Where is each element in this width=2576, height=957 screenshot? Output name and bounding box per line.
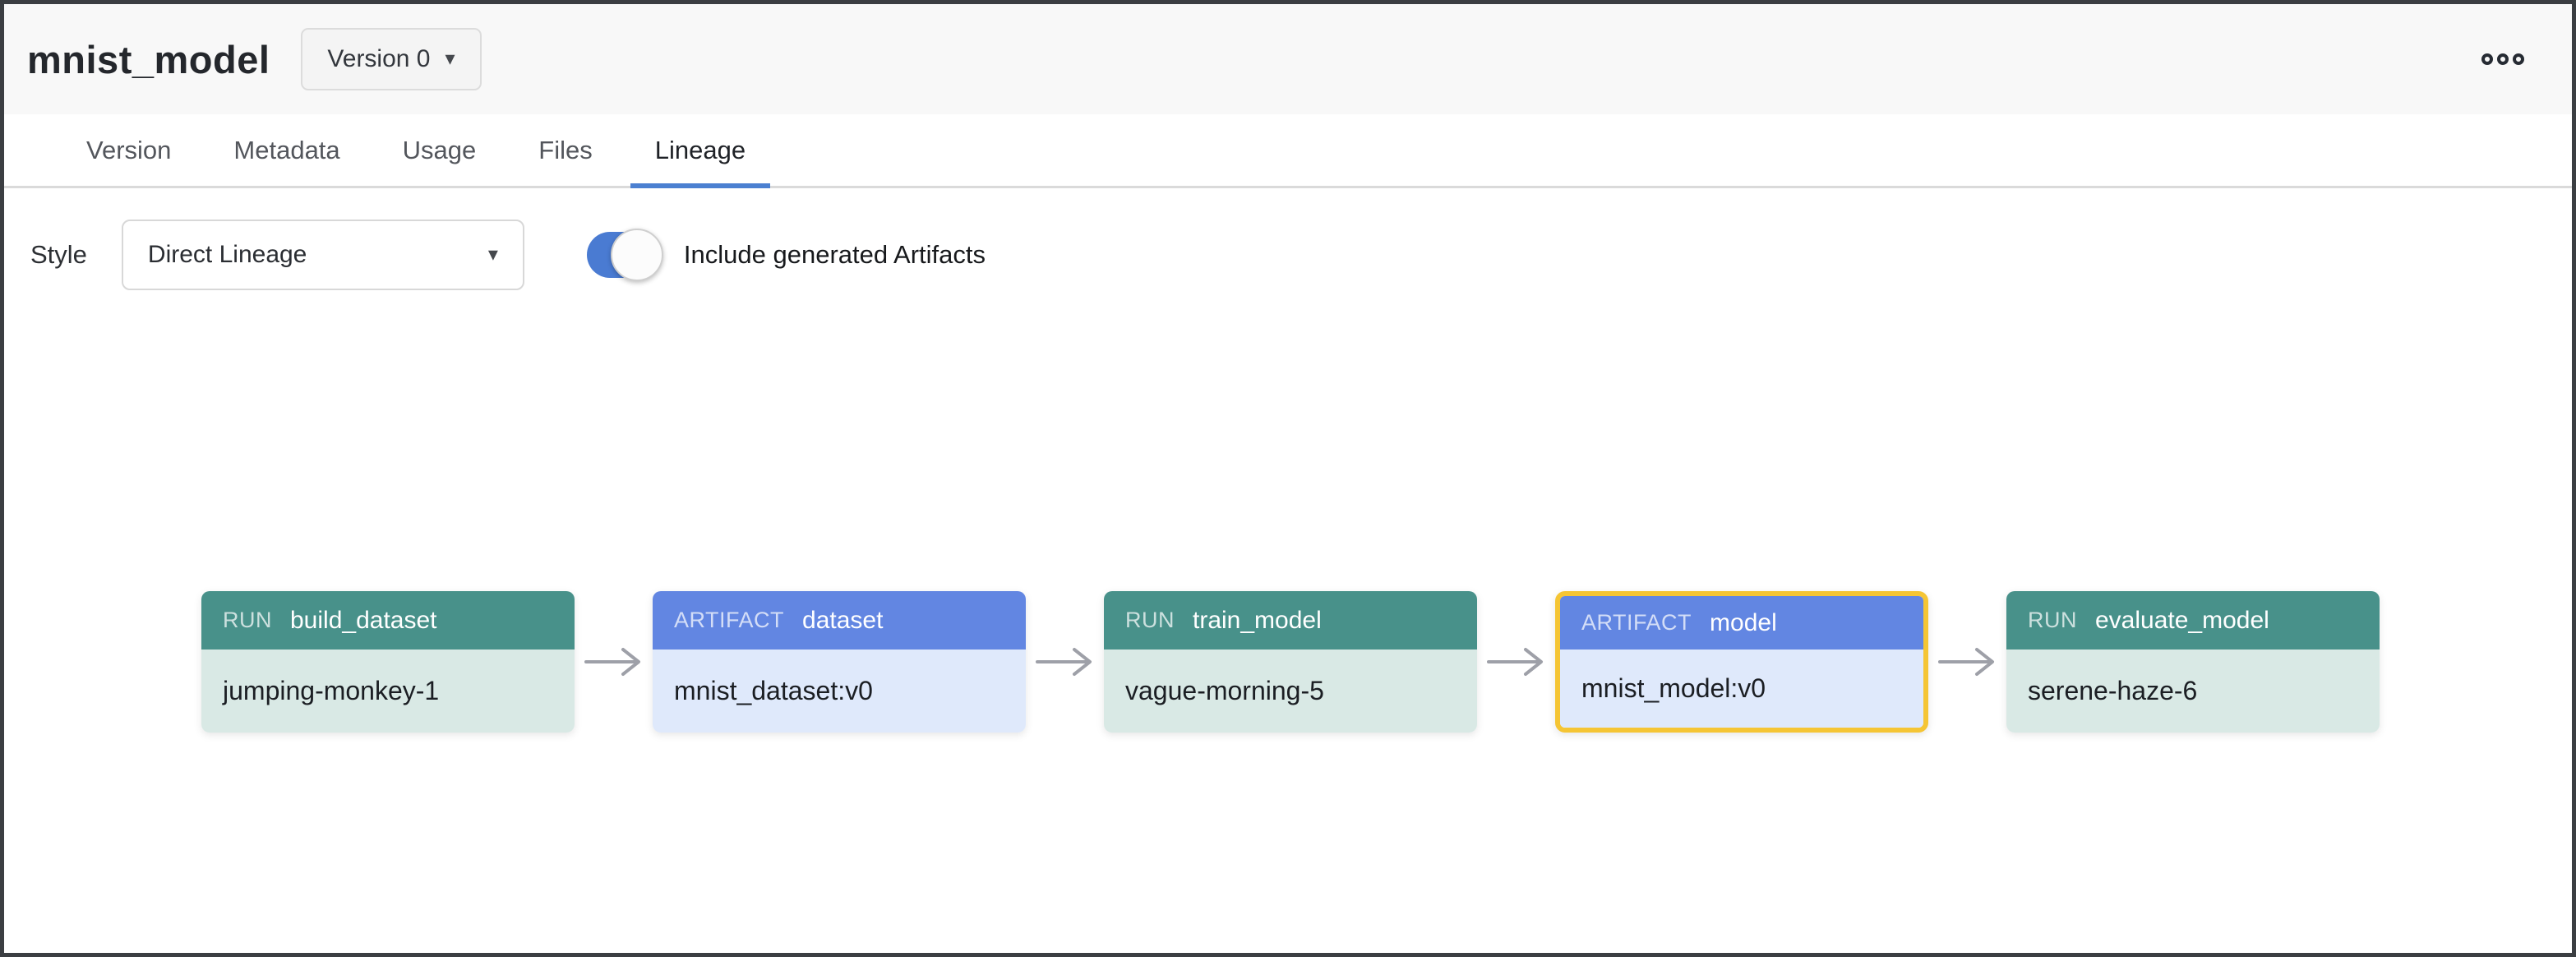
node-id: mnist_dataset:v0 bbox=[653, 650, 1026, 733]
page-header: mnist_model Version 0 ▾ bbox=[4, 4, 2572, 114]
edge-arrow-icon bbox=[575, 646, 653, 677]
node-type-badge: RUN bbox=[1125, 608, 1175, 633]
node-id: serene-haze-6 bbox=[2006, 650, 2380, 733]
lineage-controls: Style Direct Lineage ▾ Include generated… bbox=[4, 188, 2572, 290]
node-header: RUN evaluate_model bbox=[2006, 591, 2380, 650]
include-artifacts-toggle[interactable] bbox=[587, 232, 661, 278]
lineage-panel: Style Direct Lineage ▾ Include generated… bbox=[4, 188, 2572, 953]
node-header: RUN build_dataset bbox=[201, 591, 575, 650]
tab-version[interactable]: Version bbox=[55, 114, 202, 186]
node-id: vague-morning-5 bbox=[1104, 650, 1477, 733]
edge-arrow-icon bbox=[1928, 646, 2006, 677]
node-name: train_model bbox=[1193, 607, 1322, 635]
style-select-value: Direct Lineage bbox=[148, 241, 307, 269]
node-name: build_dataset bbox=[290, 607, 436, 635]
chevron-down-icon: ▾ bbox=[488, 245, 498, 265]
node-type-badge: ARTIFACT bbox=[674, 608, 784, 633]
node-model-selected[interactable]: ARTIFACT model mnist_model:v0 bbox=[1555, 591, 1928, 733]
edge-arrow-icon bbox=[1477, 646, 1555, 677]
tab-lineage[interactable]: Lineage bbox=[624, 114, 777, 186]
node-evaluate-model[interactable]: RUN evaluate_model serene-haze-6 bbox=[2006, 591, 2380, 733]
node-name: evaluate_model bbox=[2095, 607, 2269, 635]
dot-icon bbox=[2497, 53, 2509, 65]
node-name: model bbox=[1710, 609, 1777, 637]
node-header: ARTIFACT dataset bbox=[653, 591, 1026, 650]
style-label: Style bbox=[30, 240, 87, 270]
toggle-knob bbox=[611, 229, 663, 281]
node-type-badge: RUN bbox=[2028, 608, 2077, 633]
node-name: dataset bbox=[802, 607, 883, 635]
node-type-badge: RUN bbox=[223, 608, 272, 633]
tab-metadata[interactable]: Metadata bbox=[202, 114, 371, 186]
node-build-dataset[interactable]: RUN build_dataset jumping-monkey-1 bbox=[201, 591, 575, 733]
node-dataset[interactable]: ARTIFACT dataset mnist_dataset:v0 bbox=[653, 591, 1026, 733]
tab-usage[interactable]: Usage bbox=[372, 114, 508, 186]
node-header: RUN train_model bbox=[1104, 591, 1477, 650]
edge-arrow-icon bbox=[1026, 646, 1104, 677]
tab-bar: Version Metadata Usage Files Lineage bbox=[4, 114, 2572, 188]
dot-icon bbox=[2481, 53, 2493, 65]
tab-files[interactable]: Files bbox=[507, 114, 623, 186]
dot-icon bbox=[2513, 53, 2524, 65]
lineage-graph: RUN build_dataset jumping-monkey-1 ARTIF… bbox=[201, 591, 2380, 733]
node-type-badge: ARTIFACT bbox=[1581, 610, 1692, 636]
lineage-style-select[interactable]: Direct Lineage ▾ bbox=[122, 220, 524, 290]
node-id: mnist_model:v0 bbox=[1560, 650, 1923, 728]
version-selector-label: Version 0 bbox=[327, 45, 430, 73]
version-selector-button[interactable]: Version 0 ▾ bbox=[301, 28, 481, 90]
node-header: ARTIFACT model bbox=[1560, 596, 1923, 650]
include-artifacts-label: Include generated Artifacts bbox=[684, 240, 986, 270]
chevron-down-icon: ▾ bbox=[445, 49, 455, 69]
artifact-page: mnist_model Version 0 ▾ Version Metadata… bbox=[0, 0, 2576, 957]
node-id: jumping-monkey-1 bbox=[201, 650, 575, 733]
node-train-model[interactable]: RUN train_model vague-morning-5 bbox=[1104, 591, 1477, 733]
overflow-menu-button[interactable] bbox=[2473, 45, 2532, 73]
page-title: mnist_model bbox=[27, 37, 270, 82]
